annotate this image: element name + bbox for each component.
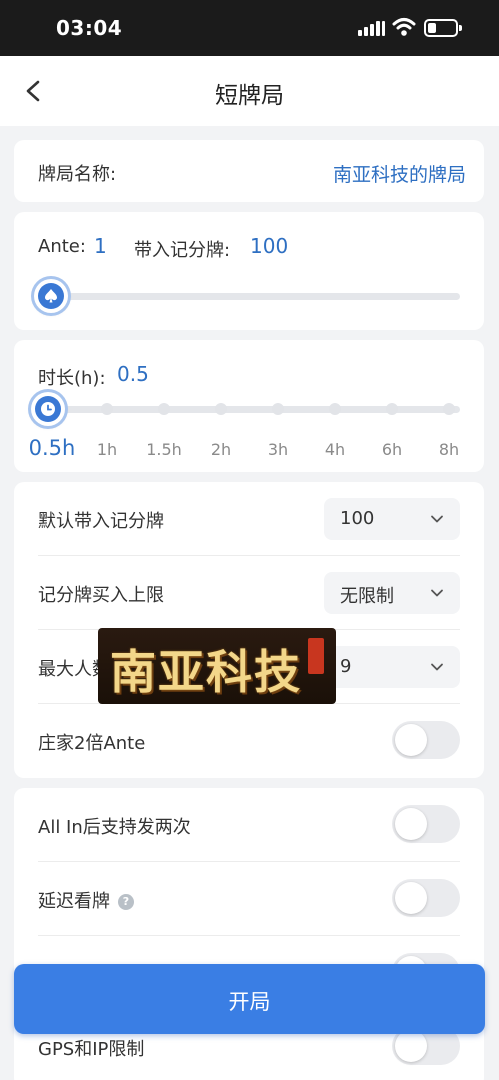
duration-tick-label[interactable]: 0.5h xyxy=(29,436,76,460)
duration-tick-label[interactable]: 8h xyxy=(439,440,459,459)
cellular-signal-icon xyxy=(358,20,386,36)
spade-icon xyxy=(45,289,57,303)
default-buyin-label: 默认带入记分牌 xyxy=(38,511,164,532)
run-twice-row: All In后支持发两次 xyxy=(38,788,460,862)
duration-value: 0.5 xyxy=(117,362,149,386)
ante-label: Ante: xyxy=(38,236,86,257)
seal-stamp xyxy=(308,638,324,674)
status-time: 03:04 xyxy=(56,16,123,40)
toggle-knob xyxy=(395,882,427,914)
start-game-label: 开局 xyxy=(228,990,271,1014)
start-game-button[interactable]: 开局 xyxy=(14,964,485,1034)
ante-slider-track[interactable] xyxy=(36,293,460,300)
delay-view-label-wrap: 延迟看牌? xyxy=(38,887,134,913)
duration-tick-dot[interactable] xyxy=(215,403,227,415)
delay-view-row: 延迟看牌? xyxy=(38,862,460,936)
nav-bar: 短牌局 xyxy=(0,56,499,126)
chevron-down-icon xyxy=(431,515,443,523)
dealer-double-ante-toggle[interactable] xyxy=(392,721,460,759)
ante-card: Ante: 1 带入记分牌: 100 xyxy=(14,212,484,330)
duration-tick-label[interactable]: 1.5h xyxy=(146,440,182,459)
duration-tick-dot[interactable] xyxy=(158,403,170,415)
toggle-knob xyxy=(395,1030,427,1062)
buyin-limit-value: 无限制 xyxy=(340,586,394,607)
watermark-text: 南亚科技 xyxy=(110,645,302,699)
dealer-double-ante-label: 庄家2倍Ante xyxy=(38,733,146,754)
run-twice-toggle[interactable] xyxy=(392,805,460,843)
duration-tick-label[interactable]: 3h xyxy=(268,440,288,459)
max-players-select[interactable]: 9 xyxy=(324,646,460,688)
clock-icon xyxy=(41,402,55,416)
duration-tick-dot[interactable] xyxy=(443,403,455,415)
page-title: 短牌局 xyxy=(215,83,284,109)
ante-slider-thumb[interactable] xyxy=(34,279,68,313)
toggle-knob xyxy=(395,724,427,756)
run-twice-label: All In后支持发两次 xyxy=(38,817,191,838)
duration-tick-dot[interactable] xyxy=(101,403,113,415)
status-bar: 03:04 xyxy=(0,0,499,56)
advanced-card: All In后支持发两次 延迟看牌? GPS和IP限制 xyxy=(14,788,484,1080)
dealer-double-ante-row: 庄家2倍Ante xyxy=(38,704,460,778)
duration-tick-label[interactable]: 1h xyxy=(97,440,117,459)
default-buyin-row: 默认带入记分牌 100 xyxy=(38,482,460,556)
duration-tick-label[interactable]: 4h xyxy=(325,440,345,459)
buyin-limit-select[interactable]: 无限制 xyxy=(324,572,460,614)
table-name-value[interactable]: 南亚科技的牌局 xyxy=(333,160,466,187)
battery-icon xyxy=(424,19,462,37)
gps-ip-label: GPS和IP限制 xyxy=(38,1039,145,1060)
buyin-label: 带入记分牌: xyxy=(134,240,231,261)
ante-value: 1 xyxy=(94,234,107,258)
duration-tick-dot[interactable] xyxy=(329,403,341,415)
duration-tick-dot[interactable] xyxy=(272,403,284,415)
max-players-value: 9 xyxy=(340,656,352,677)
duration-label: 时长(h): xyxy=(38,368,106,389)
default-buyin-value: 100 xyxy=(340,508,375,529)
buyin-limit-row: 记分牌买入上限 无限制 xyxy=(38,556,460,630)
duration-tick-dot[interactable] xyxy=(386,403,398,415)
watermark-logo: 南亚科技 xyxy=(98,628,336,704)
toggle-knob xyxy=(395,808,427,840)
duration-tick-label[interactable]: 6h xyxy=(382,440,402,459)
duration-tick-label[interactable]: 2h xyxy=(211,440,231,459)
help-icon[interactable]: ? xyxy=(118,894,134,910)
buyin-value: 100 xyxy=(250,234,289,258)
wifi-icon xyxy=(392,18,416,36)
chevron-down-icon xyxy=(431,589,443,597)
default-buyin-select[interactable]: 100 xyxy=(324,498,460,540)
delay-view-label: 延迟看牌 xyxy=(38,891,110,912)
buyin-limit-label: 记分牌买入上限 xyxy=(38,585,164,606)
table-name-card: 牌局名称: 南亚科技的牌局 xyxy=(14,140,484,202)
duration-slider-thumb[interactable] xyxy=(31,392,65,426)
chevron-down-icon xyxy=(431,663,443,671)
delay-view-toggle[interactable] xyxy=(392,879,460,917)
table-name-label: 牌局名称: xyxy=(38,164,117,185)
